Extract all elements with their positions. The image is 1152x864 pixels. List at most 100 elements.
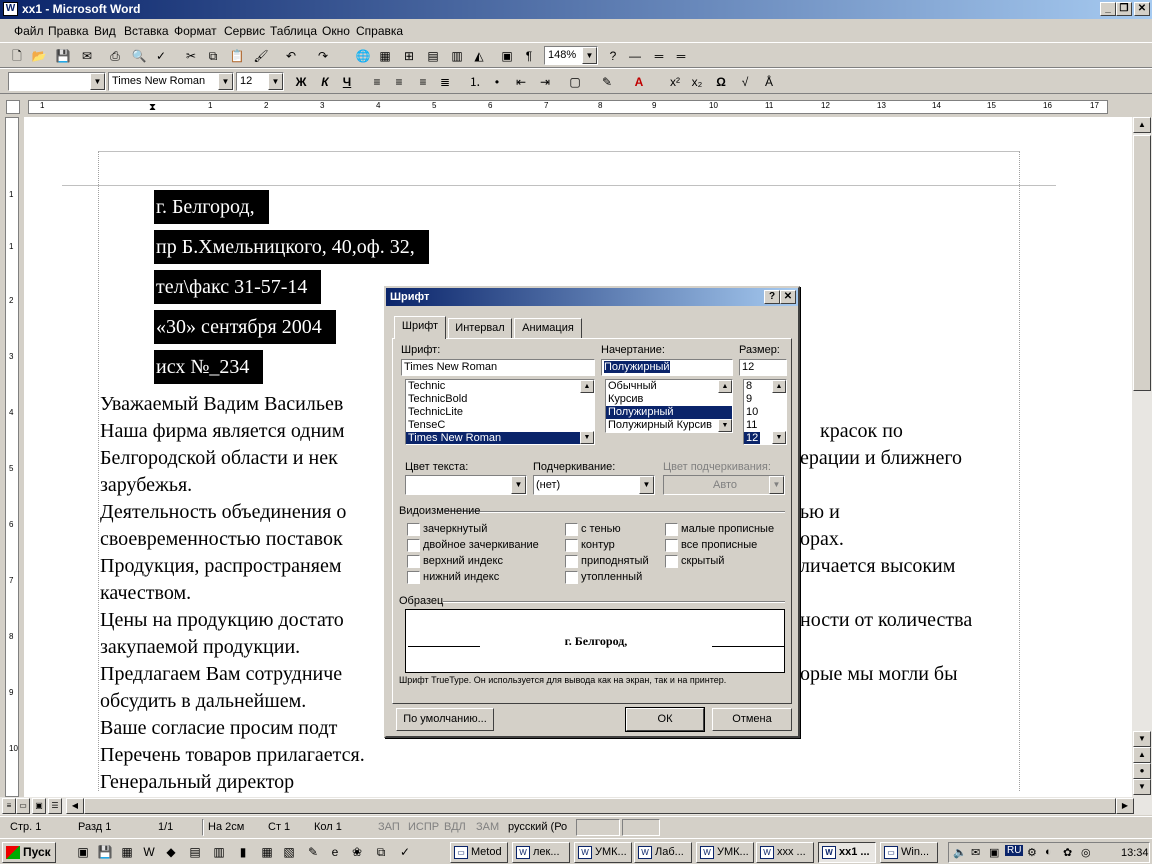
list-item[interactable]: Technic — [406, 380, 594, 393]
quicklaunch-icon[interactable]: ▧ — [280, 843, 298, 861]
outline-view-icon[interactable]: ☰ — [48, 798, 62, 814]
tray-icon[interactable]: ◐ — [1045, 846, 1052, 858]
close-icon[interactable]: ✕ — [780, 290, 796, 304]
menu-window[interactable]: Окно — [322, 24, 350, 38]
minimize-button[interactable]: _ — [1100, 2, 1116, 16]
text-line[interactable]: закупаемой продукции. — [100, 634, 365, 661]
text-fragment[interactable]: красок по — [820, 418, 903, 445]
print-layout-icon[interactable]: ▣ — [32, 798, 46, 814]
quicklaunch-icon[interactable]: ⧉ — [372, 843, 390, 861]
list-item[interactable]: 10 — [744, 406, 786, 419]
scroll-right-icon[interactable]: ▶ — [1116, 798, 1134, 814]
chevron-down-icon[interactable]: ▼ — [639, 476, 654, 494]
symbol-icon[interactable]: Ω — [712, 73, 730, 91]
text-line[interactable]: зарубежья. — [100, 472, 365, 499]
strikethrough-checkbox[interactable]: зачеркнутый — [407, 523, 487, 536]
quicklaunch-icon[interactable]: ✓ — [396, 843, 414, 861]
font-color-icon[interactable]: A — [630, 73, 648, 91]
style-list[interactable]: Обычный Курсив Полужирный Полужирный Кур… — [605, 379, 733, 433]
scroll-left-icon[interactable]: ◀ — [66, 798, 84, 814]
bullets-icon[interactable]: • — [488, 73, 506, 91]
menu-table[interactable]: Таблица — [270, 24, 317, 38]
open-icon[interactable]: 📂 — [30, 47, 48, 65]
menu-format[interactable]: Формат — [174, 24, 217, 38]
font-list[interactable]: Technic TechnicBold TechnicLite TenseC T… — [405, 379, 595, 445]
list-scrollbar[interactable]: ▲ ▼ — [580, 380, 594, 444]
selected-line[interactable]: тел\факс 31-57-14 — [154, 270, 322, 304]
text-line[interactable]: Предлагаем Вам сотрудниче — [100, 661, 365, 688]
show-hide-icon[interactable]: ¶ — [520, 47, 538, 65]
insert-excel-icon[interactable]: ▤ — [424, 47, 442, 65]
format-painter-icon[interactable]: 🖌 — [252, 47, 270, 65]
selected-line[interactable]: г. Белгород, — [154, 190, 269, 224]
quicklaunch-icon[interactable]: ▮ — [234, 843, 252, 861]
task-button[interactable]: ▭ Win... — [880, 842, 938, 863]
borders-icon[interactable]: ▢ — [566, 73, 584, 91]
status-ext[interactable]: ВДЛ — [444, 821, 466, 833]
superscript-icon[interactable]: x² — [666, 73, 684, 91]
chevron-down-icon[interactable]: ▼ — [769, 476, 784, 494]
next-page-icon[interactable]: ▼ — [1133, 779, 1151, 795]
quicklaunch-icon[interactable]: ❀ — [348, 843, 366, 861]
selected-line[interactable]: исх №_234 — [154, 350, 264, 384]
underline-color-combo[interactable]: Авто ▼ — [663, 475, 785, 495]
line-style-icon[interactable]: ═ — [672, 47, 690, 65]
columns-icon[interactable]: ▥ — [448, 47, 466, 65]
new-icon[interactable]: 🗋 — [8, 47, 26, 65]
start-button[interactable]: Пуск — [2, 842, 56, 863]
vertical-scrollbar[interactable]: ▲ ▼ ▲ ● ▼ — [1132, 117, 1152, 797]
language-indicator[interactable]: RU — [1005, 845, 1024, 856]
quicklaunch-icon[interactable]: 💾 — [96, 843, 114, 861]
chevron-down-icon[interactable]: ▼ — [268, 73, 283, 90]
emboss-checkbox[interactable]: приподнятый — [565, 555, 649, 568]
list-item[interactable]: Обычный — [606, 380, 732, 393]
quicklaunch-icon[interactable]: ▦ — [118, 843, 136, 861]
tab-spacing[interactable]: Интервал — [448, 318, 512, 338]
list-item[interactable]: TechnicLite — [406, 406, 594, 419]
text-line[interactable]: Ваше согласие просим подт — [100, 715, 365, 742]
menu-tools[interactable]: Сервис — [224, 24, 265, 38]
text-line[interactable]: Генеральный директор — [100, 769, 365, 796]
chevron-down-icon[interactable]: ▼ — [511, 476, 526, 494]
text-line[interactable]: Уважаемый Вадим Васильев — [100, 391, 365, 418]
copy-icon[interactable]: ⧉ — [204, 47, 222, 65]
task-button[interactable]: Wххх ... — [756, 842, 814, 863]
font-combo[interactable]: Times New Roman ▼ — [108, 72, 234, 91]
italic-button[interactable]: К — [316, 73, 334, 91]
tab-selector[interactable] — [6, 100, 20, 114]
decrease-indent-icon[interactable]: ⇤ — [512, 73, 530, 91]
double-line-icon[interactable]: ═ — [650, 47, 668, 65]
text-line[interactable]: Перечень товаров прилагается. — [100, 742, 365, 769]
text-line[interactable]: Продукция, распространяем — [100, 553, 365, 580]
list-item[interactable]: Полужирный Курсив — [606, 419, 732, 432]
chevron-down-icon[interactable]: ▼ — [582, 47, 597, 64]
clock[interactable]: 13:34 — [1121, 847, 1149, 859]
quicklaunch-icon[interactable]: ✎ — [304, 843, 322, 861]
word-icon[interactable]: W — [3, 2, 18, 16]
task-button-active[interactable]: Wхх1 ... — [818, 842, 876, 863]
menu-view[interactable]: Вид — [94, 24, 116, 38]
menu-help[interactable]: Справка — [356, 24, 403, 38]
highlight-icon[interactable]: ✎ — [598, 73, 616, 91]
style-input[interactable]: Полужирный — [601, 359, 733, 376]
color-combo[interactable]: ▼ — [405, 475, 527, 495]
list-item[interactable]: 9 — [744, 393, 786, 406]
quicklaunch-icon[interactable]: ▥ — [210, 843, 228, 861]
bold-button[interactable]: Ж — [292, 73, 310, 91]
quicklaunch-icon[interactable]: ◆ — [162, 843, 180, 861]
scroll-up-icon[interactable]: ▲ — [772, 380, 786, 393]
selected-line[interactable]: пр Б.Хмельницкого, 40,оф. 32, — [154, 230, 429, 264]
browse-object-icon[interactable]: ● — [1133, 763, 1151, 779]
tray-icon[interactable]: ▣ — [989, 846, 999, 859]
prev-page-icon[interactable]: ▲ — [1133, 747, 1151, 763]
permission-icon[interactable]: ✉ — [78, 47, 96, 65]
ok-button[interactable]: ОК — [625, 707, 705, 732]
change-case-icon[interactable]: Å — [760, 73, 778, 91]
size-combo[interactable]: 12 ▼ — [236, 72, 284, 91]
justify-icon[interactable]: ≣ — [436, 73, 454, 91]
tray-icon[interactable]: ✿ — [1063, 846, 1072, 859]
list-item[interactable]: TechnicBold — [406, 393, 594, 406]
tray-icon[interactable]: ◎ — [1081, 846, 1091, 859]
close-button[interactable]: ✕ — [1134, 2, 1150, 16]
paste-icon[interactable]: 📋 — [228, 47, 246, 65]
